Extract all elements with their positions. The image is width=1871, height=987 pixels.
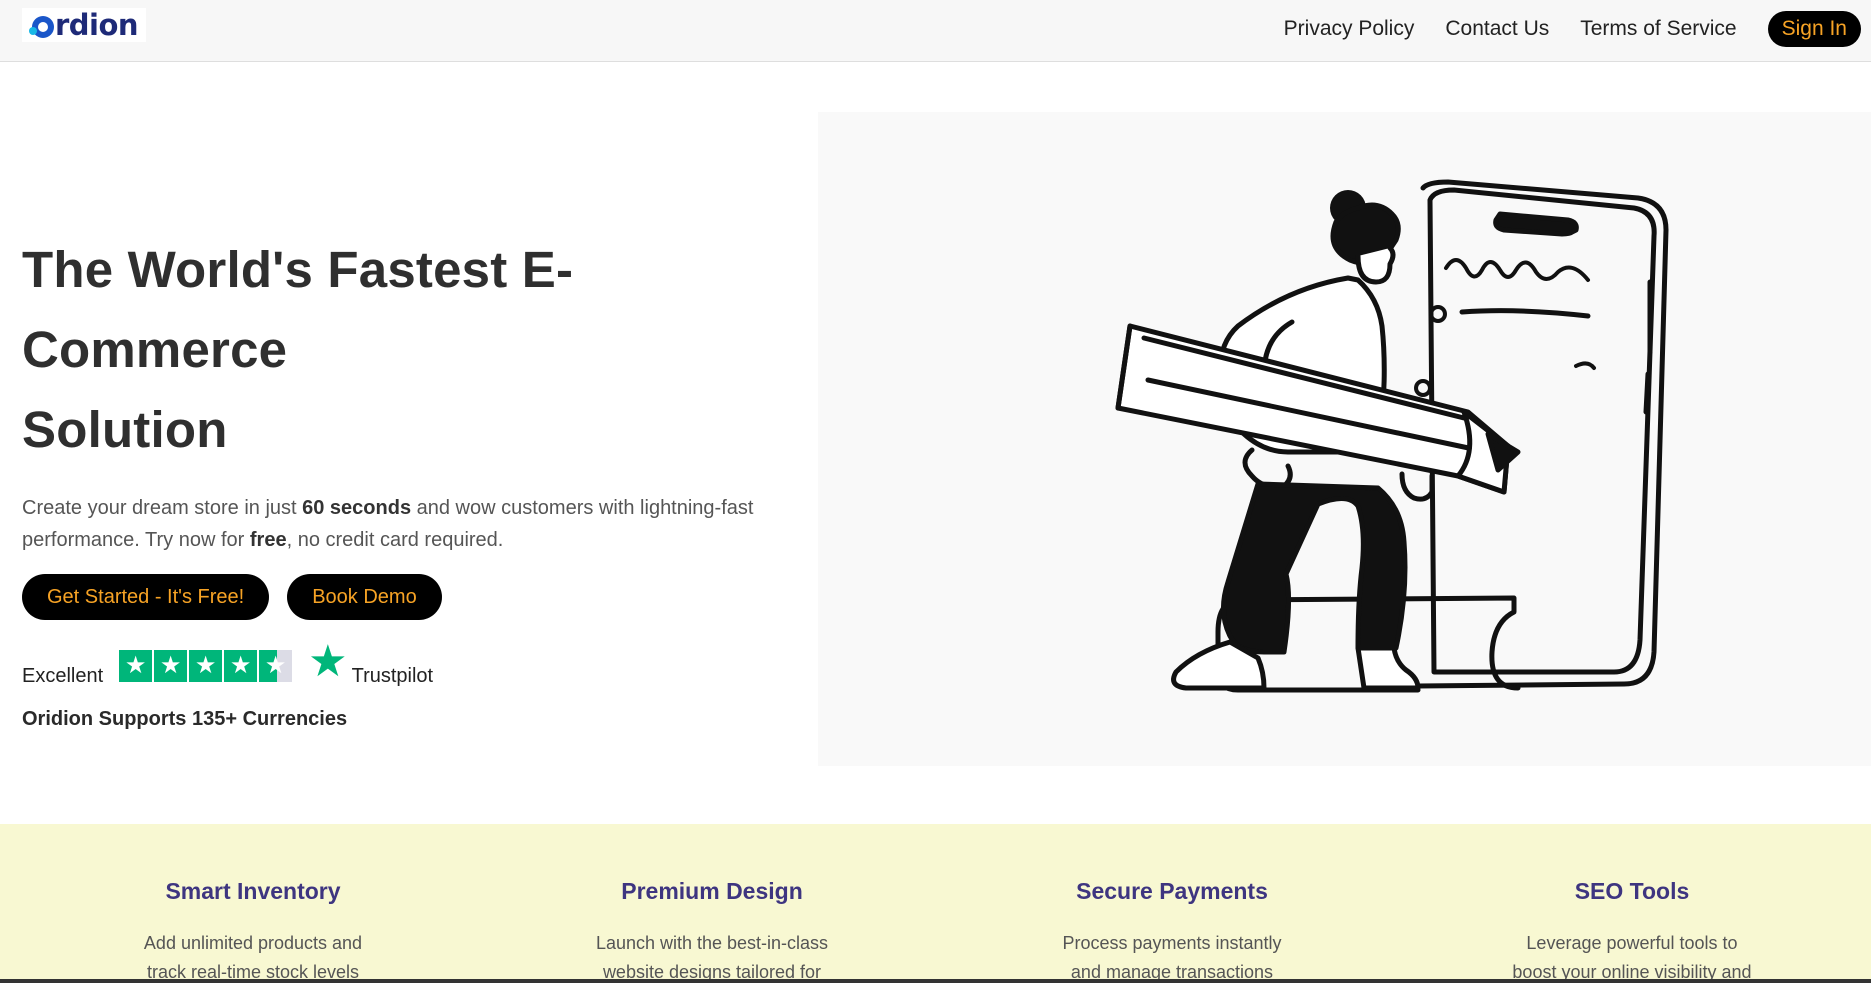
hero-sub-a: Create your dream store in just — [22, 497, 303, 519]
hero-subtitle: Create your dream store in just 60 secon… — [22, 492, 782, 556]
nav-contact-us[interactable]: Contact Us — [1445, 11, 1549, 47]
nav-privacy-policy[interactable]: Privacy Policy — [1284, 11, 1415, 47]
feature-title: Secure Payments — [1076, 878, 1268, 904]
star-icon: ★ — [119, 650, 153, 682]
rating-stars: ★ ★ ★ ★ ★ — [119, 650, 294, 682]
star-icon: ★ — [224, 650, 258, 682]
feature-seo-tools: SEO Tools Leverage powerful tools to boo… — [1402, 878, 1862, 987]
feature-desc-line1: Launch with the best-in-class — [595, 933, 829, 953]
brand-logo[interactable]: rdion — [22, 8, 146, 42]
star-icon: ★ — [189, 650, 223, 682]
feature-title: SEO Tools — [1574, 878, 1690, 904]
hero-section: The World's Fastest E-Commerce Solution … — [22, 230, 822, 731]
hero-title: The World's Fastest E-Commerce Solution — [22, 230, 822, 470]
star-icon: ★ — [154, 650, 188, 682]
sign-in-button[interactable]: Sign In — [1767, 11, 1861, 47]
half-star-icon: ★ — [259, 650, 293, 682]
feature-title: Premium Design — [621, 878, 803, 904]
person-with-pencil-and-phone-illustration — [1115, 179, 1669, 693]
feature-desc-line1: Add unlimited products and — [143, 933, 363, 953]
hero-illustration — [818, 112, 1871, 766]
hero-sub-highlight-free: free — [249, 529, 287, 551]
feature-desc-line1: Process payments instantly — [1062, 933, 1282, 953]
top-navbar: rdion Privacy Policy Contact Us Terms of… — [0, 0, 1871, 62]
brand-name: rdion — [55, 8, 139, 42]
currencies-note: Oridion Supports 135+ Currencies — [22, 708, 348, 730]
hero-sub-highlight-seconds: 60 seconds — [302, 497, 412, 519]
feature-secure-payments: Secure Payments Process payments instant… — [942, 878, 1402, 987]
logo-icon — [29, 16, 54, 38]
hero-title-line1: The World's Fastest E-Commerce — [22, 241, 574, 378]
rating-label: Excellent — [22, 665, 104, 687]
nav-links: Privacy Policy Contact Us Terms of Servi… — [1253, 11, 1861, 47]
trustpilot-star-icon: ★ — [308, 637, 348, 686]
feature-premium-design: Premium Design Launch with the best-in-c… — [482, 878, 942, 987]
hero-title-line2: Solution — [22, 401, 228, 458]
book-demo-button[interactable]: Book Demo — [287, 574, 442, 620]
hero-sub-e: , no credit card required. — [286, 529, 504, 551]
get-started-button[interactable]: Get Started - It's Free! — [22, 574, 270, 620]
feature-smart-inventory: Smart Inventory Add unlimited products a… — [23, 878, 483, 987]
trustpilot-label: Trustpilot — [351, 665, 434, 687]
features-section: Smart Inventory Add unlimited products a… — [0, 824, 1871, 983]
feature-title: Smart Inventory — [165, 878, 341, 904]
trustpilot-rating[interactable]: Excellent ★ ★ ★ ★ ★ ★ Trustpilot — [22, 640, 822, 688]
nav-terms-of-service[interactable]: Terms of Service — [1580, 11, 1736, 47]
window-bottom-edge — [0, 979, 1871, 983]
cta-row: Get Started - It's Free! Book Demo — [22, 574, 822, 620]
feature-desc-line1: Leverage powerful tools to — [1526, 933, 1738, 953]
